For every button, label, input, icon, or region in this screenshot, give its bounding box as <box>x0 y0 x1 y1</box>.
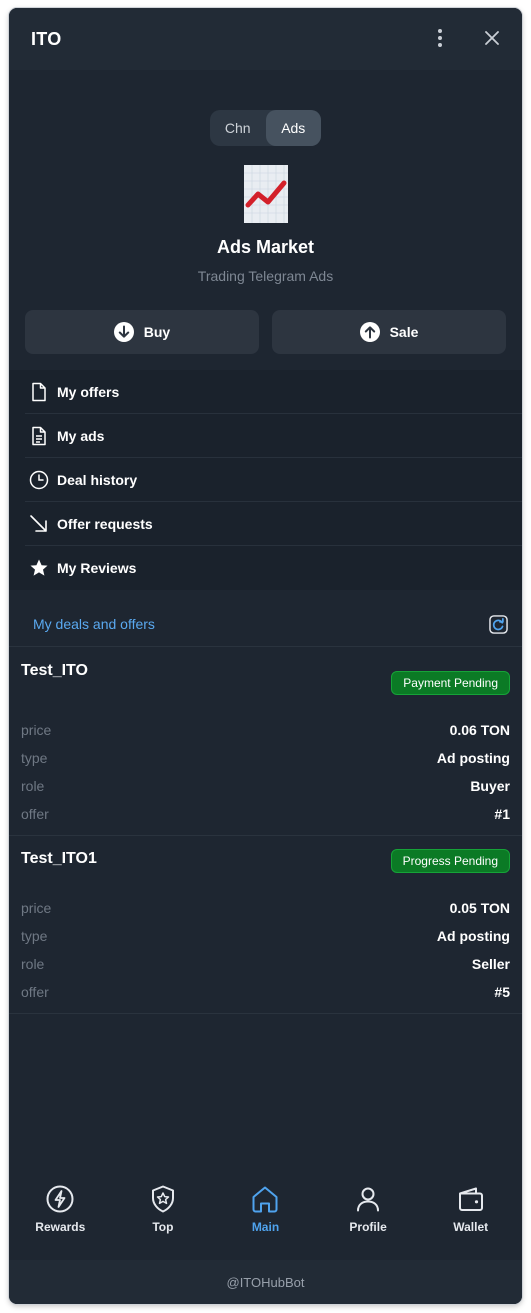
menu-item-label: My ads <box>57 428 105 444</box>
menu-list: My offers My ads Deal history Offer requ… <box>9 370 522 590</box>
deal-value: Ad posting <box>436 928 510 944</box>
tab-rewards[interactable]: Rewards <box>9 1174 112 1260</box>
deal-key: price <box>21 900 52 916</box>
deal-row-offer: offer #1 <box>21 804 510 824</box>
tab-label: Wallet <box>453 1220 489 1234</box>
arrow-down-circle-icon <box>113 322 134 342</box>
deal-card[interactable]: Test_ITO Payment Pending price 0.06 TON … <box>9 648 522 836</box>
menu-item-label: My offers <box>57 384 120 400</box>
close-button[interactable] <box>481 27 503 49</box>
document-icon <box>32 382 46 402</box>
window-title: ITO <box>31 28 62 49</box>
sale-button[interactable]: Sale <box>272 310 506 354</box>
market-title: Ads Market <box>216 237 315 257</box>
buy-button[interactable]: Buy <box>25 310 259 354</box>
tab-label: Profile <box>349 1220 387 1234</box>
deal-key: offer <box>21 984 49 1000</box>
deal-key: price <box>21 722 52 738</box>
tab-main[interactable]: Main <box>214 1174 317 1260</box>
deal-value: Buyer <box>470 778 510 794</box>
deal-key: type <box>21 750 48 766</box>
deal-row-price: price 0.05 TON <box>21 898 510 918</box>
star-badge-icon <box>151 1185 174 1213</box>
deal-name: Test_ITO <box>21 662 88 679</box>
bottom-tab-bar: Rewards Top Main Profile Wallet <box>9 1174 522 1260</box>
deals-title: My deals and offers <box>33 616 155 632</box>
deal-value: Ad posting <box>436 750 510 766</box>
tab-wallet[interactable]: Wallet <box>419 1174 522 1260</box>
menu-item-offer-requests[interactable]: Offer requests <box>9 502 522 546</box>
home-icon <box>252 1186 278 1213</box>
status-badge: Progress Pending <box>390 849 510 873</box>
tab-label: Main <box>251 1220 280 1234</box>
arrow-up-circle-icon <box>359 322 380 342</box>
menu-item-label: Offer requests <box>57 516 153 532</box>
close-icon <box>485 31 499 45</box>
menu-item-my-offers[interactable]: My offers <box>9 370 522 414</box>
tab-label: Rewards <box>35 1220 86 1234</box>
bot-handle: @ITOHubBot <box>226 1274 305 1290</box>
market-subtitle: Trading Telegram Ads <box>197 268 334 284</box>
deal-key: offer <box>21 806 49 822</box>
document-text-icon <box>32 426 46 446</box>
deal-key: type <box>21 928 48 944</box>
switch-option-chn[interactable]: Chn <box>210 110 266 146</box>
star-icon <box>30 559 48 576</box>
deal-row-role: role Buyer <box>21 776 510 796</box>
sale-label: Sale <box>389 324 419 340</box>
ads-market-logo <box>244 165 288 223</box>
tab-profile[interactable]: Profile <box>317 1174 420 1260</box>
deal-row-type: type Ad posting <box>21 748 510 768</box>
deal-key: role <box>21 778 45 794</box>
deal-value: #5 <box>494 984 510 1000</box>
deals-header: My deals and offers <box>9 602 522 647</box>
deal-card[interactable]: Test_ITO1 Progress Pending price 0.05 TO… <box>9 836 522 1014</box>
deal-value: 0.05 TON <box>449 900 510 916</box>
more-vertical-icon <box>438 29 442 47</box>
deal-key: role <box>21 956 45 972</box>
deal-row-offer: offer #5 <box>21 982 510 1002</box>
menu-item-deal-history[interactable]: Deal history <box>9 458 522 502</box>
clock-icon <box>29 470 49 490</box>
user-icon <box>357 1187 380 1212</box>
arrow-down-right-icon <box>30 515 47 532</box>
title-bar: ITO <box>9 8 522 70</box>
deal-value: 0.06 TON <box>449 722 510 738</box>
switch-option-ads[interactable]: Ads <box>265 110 321 146</box>
deal-value: #1 <box>494 806 510 822</box>
refresh-icon[interactable] <box>489 615 508 634</box>
bot-footer: @ITOHubBot <box>9 1260 522 1304</box>
deal-row-role: role Seller <box>21 954 510 974</box>
menu-item-my-ads[interactable]: My ads <box>9 414 522 458</box>
deal-name: Test_ITO1 <box>21 850 97 867</box>
deal-row-type: type Ad posting <box>21 926 510 946</box>
buy-label: Buy <box>143 324 171 340</box>
tab-label: Top <box>152 1220 174 1234</box>
app-window: ITO Chn Ads Ads Market Trading Telegram … <box>9 8 522 1304</box>
wallet-icon <box>458 1187 483 1211</box>
menu-item-my-reviews[interactable]: My Reviews <box>9 546 522 590</box>
deal-value: Seller <box>471 956 510 972</box>
lightning-icon <box>46 1185 74 1213</box>
category-switch: Chn Ads <box>210 110 321 146</box>
menu-item-label: My Reviews <box>57 560 137 576</box>
deal-row-price: price 0.06 TON <box>21 720 510 740</box>
status-badge: Payment Pending <box>391 671 510 695</box>
menu-item-label: Deal history <box>57 472 138 488</box>
more-menu-button[interactable] <box>430 27 450 49</box>
tab-top[interactable]: Top <box>112 1174 215 1260</box>
